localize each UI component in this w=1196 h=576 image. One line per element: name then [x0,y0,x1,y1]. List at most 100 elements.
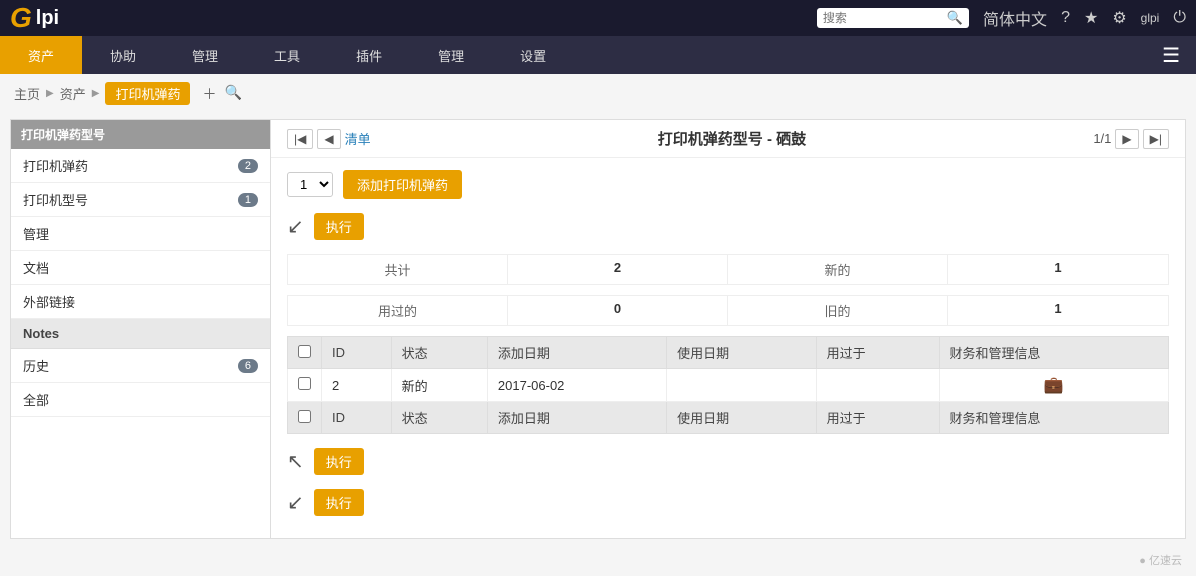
execute-button-top[interactable]: 执行 [314,213,364,240]
stat-used-label: 用过的 [288,296,508,325]
row-add-date: 2017-06-02 [487,369,666,402]
breadcrumb-current: 打印机弹药 [105,82,190,105]
tfoot-finance: 财务和管理信息 [939,402,1168,434]
first-page-button[interactable]: |◀ [287,129,313,149]
breadcrumb-sep2: ▶ [92,88,100,99]
tfoot-checkbox [288,402,322,434]
nav-bar: 资产 协助 管理 工具 插件 管理 设置 ☰ [0,36,1196,74]
stat-total-label: 共计 [288,255,508,284]
logo: G lpi [10,2,59,34]
finance-icon[interactable]: 💼 [1044,377,1064,394]
username-label[interactable]: glpi [1141,11,1160,25]
power-icon[interactable]: ⏻ [1173,9,1186,27]
table-row: 2 新的 2017-06-02 💼 [288,369,1169,402]
next-page-button[interactable]: ▶ [1115,129,1138,149]
row-checkbox[interactable] [298,377,311,390]
search-breadcrumb-icon[interactable]: 🔍 [224,84,241,104]
tfoot-status: 状态 [391,402,487,434]
nav-item-plugins[interactable]: 插件 [328,36,410,74]
sidebar-item-docs[interactable]: 文档 [11,251,270,285]
sidebar-item-cartridges[interactable]: 打印机弹药 2 [11,149,270,183]
sidebar-badge-history: 6 [238,359,258,373]
help-icon[interactable]: ? [1061,9,1070,27]
sidebar-badge-cartridges: 2 [238,159,258,173]
search-box[interactable]: 🔍 [817,8,969,28]
search-input[interactable] [823,11,943,25]
add-icon[interactable]: ＋ [202,84,216,104]
sidebar-item-label-cartridges: 打印机弹药 [23,156,88,175]
settings-icon[interactable]: ⚙ [1112,8,1126,28]
sidebar-badge-printer-type: 1 [238,193,258,207]
lang-label[interactable]: 简体中文 [983,6,1047,30]
pagination-text: 1/1 [1093,131,1111,146]
execute-row-top: ↙ 执行 [287,213,1169,240]
arrow-down2-icon: ↙ [287,490,304,515]
stat-total-value: 2 [508,255,728,284]
th-add-date: 添加日期 [487,337,666,369]
tfoot-id: ID [322,402,392,434]
nav-item-manage1[interactable]: 管理 [164,36,246,74]
watermark: ● 亿速云 [1139,552,1182,568]
bottom-execute-row-up: ↖ 执行 [287,448,1169,475]
table-footer-row: ID 状态 添加日期 使用日期 用过于 财务和管理信息 [288,402,1169,434]
execute-button-bottom-up[interactable]: 执行 [314,448,364,475]
right-panel: |◀ ◀ 清单 打印机弹药型号 - 硒鼓 1/1 ▶ ▶| 1 2 3 添加打印… [270,119,1186,539]
row-id: 2 [322,369,392,402]
action-row: 1 2 3 添加打印机弹药 [287,170,1169,199]
execute-button-bottom-down[interactable]: 执行 [314,489,364,516]
top-right-toolbar: 🔍 简体中文 ? ★ ⚙ glpi ⏻ [817,6,1186,30]
logo-g: G [10,2,32,34]
nav-item-assets[interactable]: 资产 [0,36,82,74]
th-id: ID [322,337,392,369]
th-checkbox [288,337,322,369]
prev-page-button[interactable]: ◀ [317,129,340,149]
sidebar-item-label-manage: 管理 [23,224,49,243]
arrow-down-icon: ↙ [287,214,304,239]
panel-body: 1 2 3 添加打印机弹药 ↙ 执行 共计 2 新的 [271,158,1185,538]
row-finance[interactable]: 💼 [939,369,1168,402]
list-link[interactable]: 清单 [345,129,371,148]
th-use-date: 使用日期 [667,337,817,369]
row-checkbox-cell [288,369,322,402]
sidebar-item-label-docs: 文档 [23,258,49,277]
select-all-checkbox[interactable] [298,345,311,358]
quantity-select[interactable]: 1 2 3 [287,172,333,197]
sidebar-item-printer-type[interactable]: 打印机型号 1 [11,183,270,217]
row-status: 新的 [391,369,487,402]
sidebar-item-label-all: 全部 [23,390,49,409]
sidebar: 打印机弹药型号 打印机弹药 2 打印机型号 1 管理 文档 外部链接 Notes… [10,119,270,539]
tfoot-add-date: 添加日期 [487,402,666,434]
panel-header: |◀ ◀ 清单 打印机弹药型号 - 硒鼓 1/1 ▶ ▶| [271,120,1185,158]
data-table: ID 状态 添加日期 使用日期 用过于 财务和管理信息 2 新的 2017-06… [287,336,1169,434]
panel-title: 打印机弹药型号 - 硒鼓 [658,128,806,149]
breadcrumb: 主页 ▶ 资产 ▶ 打印机弹药 ＋ 🔍 [0,74,1196,113]
sidebar-item-manage[interactable]: 管理 [11,217,270,251]
row-used-by [816,369,939,402]
breadcrumb-home[interactable]: 主页 [14,84,40,103]
nav-item-manage2[interactable]: 管理 [410,36,492,74]
stat-used-value: 0 [508,296,728,325]
table-header-row: ID 状态 添加日期 使用日期 用过于 财务和管理信息 [288,337,1169,369]
search-icon[interactable]: 🔍 [947,10,963,26]
breadcrumb-sep1: ▶ [46,88,54,99]
sidebar-item-notes[interactable]: Notes [11,319,270,349]
nav-item-settings[interactable]: 设置 [492,36,574,74]
hamburger-icon[interactable]: ☰ [1146,43,1196,68]
stat-old-label: 旧的 [728,296,948,325]
sidebar-item-label-history: 历史 [23,356,49,375]
sidebar-item-all[interactable]: 全部 [11,383,270,417]
sidebar-item-external-links[interactable]: 外部链接 [11,285,270,319]
top-bar: G lpi 🔍 简体中文 ? ★ ⚙ glpi ⏻ [0,0,1196,36]
nav-item-assist[interactable]: 协助 [82,36,164,74]
last-page-button[interactable]: ▶| [1143,129,1169,149]
nav-item-tools[interactable]: 工具 [246,36,328,74]
tfoot-use-date: 使用日期 [667,402,817,434]
th-used-by: 用过于 [816,337,939,369]
arrow-up-icon: ↖ [287,449,304,474]
add-cartridge-button[interactable]: 添加打印机弹药 [343,170,462,199]
breadcrumb-asset[interactable]: 资产 [60,84,86,103]
stats-row2: 用过的 0 旧的 1 [287,295,1169,326]
select-all-bottom-checkbox[interactable] [298,410,311,423]
sidebar-item-history[interactable]: 历史 6 [11,349,270,383]
star-icon[interactable]: ★ [1084,8,1098,28]
